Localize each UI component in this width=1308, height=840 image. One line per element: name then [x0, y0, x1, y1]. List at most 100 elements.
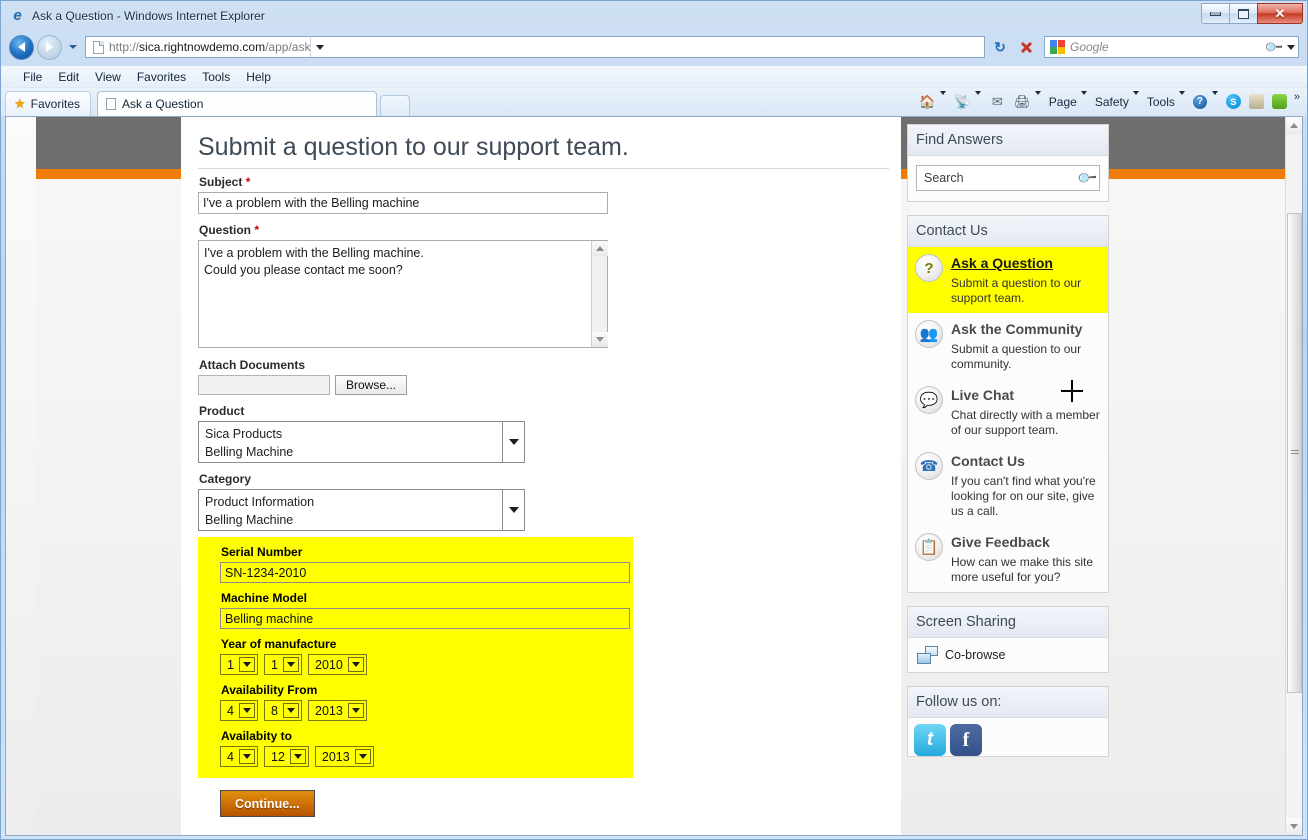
safety-menu-button[interactable]: Safety	[1091, 90, 1143, 113]
chevron-down-icon[interactable]	[239, 703, 255, 718]
chevron-down-icon[interactable]	[239, 749, 255, 764]
availability-from-month-select[interactable]: 8	[264, 700, 302, 721]
month-value: 12	[271, 749, 285, 764]
refresh-icon[interactable]: ↻	[987, 35, 1013, 59]
year-value: 2013	[315, 703, 343, 718]
skype-button[interactable]: S	[1222, 91, 1245, 113]
availability-from-year-select[interactable]: 2013	[308, 700, 367, 721]
window-title: Ask a Question - Windows Internet Explor…	[32, 9, 265, 23]
addon-button[interactable]	[1245, 91, 1268, 113]
attach-label: Attach Documents	[199, 358, 306, 372]
tools-menu-button[interactable]: Tools	[1143, 90, 1189, 113]
availability-to-day-select[interactable]: 4	[220, 746, 258, 767]
restore-button[interactable]	[1229, 3, 1258, 24]
chevron-down-icon[interactable]	[283, 657, 299, 672]
chevron-down-icon[interactable]	[347, 703, 364, 718]
search-icon[interactable]: 🔍	[1076, 167, 1099, 190]
scroll-up-icon[interactable]	[592, 241, 608, 256]
sidebar-item-contact-us[interactable]: ☎ Contact Us If you can't find what you'…	[908, 445, 1108, 526]
close-button[interactable]: ✕	[1257, 3, 1303, 24]
item-title: Contact Us	[951, 453, 1025, 469]
subject-input[interactable]: I've a problem with the Belling machine	[198, 192, 608, 214]
back-button[interactable]	[9, 34, 34, 60]
google-logo-icon	[1050, 40, 1065, 54]
question-label: Question *	[199, 223, 260, 237]
year-value: 2010	[315, 657, 343, 672]
chevron-down-icon[interactable]	[283, 703, 299, 718]
mail-button[interactable]: ✉	[985, 91, 1010, 113]
year-of-manufacture-month-select[interactable]: 1	[264, 654, 302, 675]
question-textarea[interactable]: I've a problem with the Belling machine.…	[198, 240, 608, 348]
evernote-button[interactable]	[1268, 91, 1291, 113]
feeds-button[interactable]: 📡	[950, 90, 985, 113]
minimize-button[interactable]	[1201, 3, 1230, 24]
safety-menu-label: Safety	[1094, 94, 1129, 109]
tab-label: Ask a Question	[122, 97, 204, 111]
co-browse-item[interactable]: Co-browse	[908, 638, 1108, 672]
year-of-manufacture-day-select[interactable]: 1	[220, 654, 258, 675]
sidebar-item-ask-the-community[interactable]: 👥 Ask the Community Submit a question to…	[908, 313, 1108, 379]
category-dropdown-icon[interactable]	[502, 490, 524, 530]
chevron-down-icon[interactable]	[289, 749, 306, 764]
twitter-icon[interactable]: t	[914, 724, 946, 756]
menu-tools[interactable]: Tools	[194, 68, 238, 86]
search-provider-dropdown-icon[interactable]	[1284, 44, 1298, 50]
new-tab-button[interactable]	[380, 95, 411, 116]
machine-model-input[interactable]: Belling machine	[220, 608, 630, 629]
chevron-down-icon[interactable]	[347, 657, 364, 672]
follow-us-panel: Follow us on: t f	[907, 686, 1109, 757]
question-mark-icon: ?	[915, 254, 943, 282]
sidebar-item-give-feedback[interactable]: 📋 Give Feedback How can we make this sit…	[908, 526, 1108, 592]
availability-to-month-select[interactable]: 12	[264, 746, 309, 767]
item-desc: Submit a question to our community.	[951, 342, 1082, 371]
textarea-scrollbar[interactable]	[591, 241, 608, 347]
day-value: 4	[227, 703, 234, 718]
follow-us-title: Follow us on:	[908, 687, 1108, 718]
overflow-chevron-icon[interactable]: »	[1291, 91, 1303, 103]
history-dropdown-icon[interactable]	[66, 45, 80, 49]
page-menu-button[interactable]: Page	[1045, 90, 1091, 113]
address-input[interactable]: http://sica.rightnowdemo.com/app/ask	[85, 36, 985, 58]
page-scrollbar[interactable]	[1285, 117, 1302, 835]
phone-icon: ☎	[915, 452, 943, 480]
chevron-down-icon[interactable]	[354, 749, 371, 764]
menu-edit[interactable]: Edit	[50, 68, 87, 86]
menu-file[interactable]: File	[15, 68, 50, 86]
chevron-down-icon[interactable]	[239, 657, 255, 672]
scroll-down-icon[interactable]	[592, 332, 608, 347]
product-dropdown-icon[interactable]	[502, 422, 524, 462]
availability-from-day-select[interactable]: 4	[220, 700, 258, 721]
forward-button[interactable]	[37, 34, 62, 60]
browser-search-box[interactable]: Google 🔍	[1044, 36, 1299, 58]
scrollbar-thumb[interactable]	[1287, 213, 1302, 693]
stop-icon[interactable]	[1013, 35, 1039, 59]
print-button[interactable]: 🖨	[1010, 90, 1045, 113]
scroll-up-icon[interactable]	[1286, 117, 1302, 134]
menu-bar: File Edit View Favorites Tools Help	[1, 65, 1307, 87]
help-menu-button[interactable]: ?	[1189, 90, 1222, 113]
title-bar: e Ask a Question - Windows Internet Expl…	[1, 1, 1307, 31]
item-title: Ask the Community	[951, 321, 1083, 337]
scroll-down-icon[interactable]	[1286, 818, 1302, 835]
page-title: Submit a question to our support team.	[198, 133, 629, 161]
menu-favorites[interactable]: Favorites	[129, 68, 194, 86]
facebook-icon[interactable]: f	[950, 724, 982, 756]
browse-button[interactable]: Browse...	[335, 375, 408, 395]
home-button[interactable]: 🏠	[915, 90, 950, 113]
availability-to-year-select[interactable]: 2013	[314, 746, 374, 767]
attach-file-input[interactable]	[198, 375, 330, 395]
year-of-manufacture-year-select[interactable]: 2010	[308, 654, 367, 675]
serial-number-input[interactable]: SN-1234-2010	[220, 562, 630, 583]
tab-ask-a-question[interactable]: Ask a Question	[97, 91, 378, 116]
sidebar-item-live-chat[interactable]: 💬 Live Chat Chat directly with a member …	[908, 379, 1108, 445]
sidebar-item-ask-a-question[interactable]: ? Ask a Question Submit a question to ou…	[908, 247, 1108, 313]
site-search-input[interactable]: Search 🔍	[916, 165, 1100, 191]
favorites-button[interactable]: ★ Favorites	[5, 91, 92, 116]
continue-button[interactable]: Continue...	[220, 790, 315, 817]
menu-view[interactable]: View	[87, 68, 129, 86]
search-icon[interactable]: 🔍	[1263, 37, 1283, 57]
product-select[interactable]: Sica Products Belling Machine	[198, 421, 525, 463]
category-select[interactable]: Product Information Belling Machine	[198, 489, 525, 531]
menu-help[interactable]: Help	[238, 68, 279, 86]
chevron-down-icon[interactable]	[310, 37, 328, 57]
